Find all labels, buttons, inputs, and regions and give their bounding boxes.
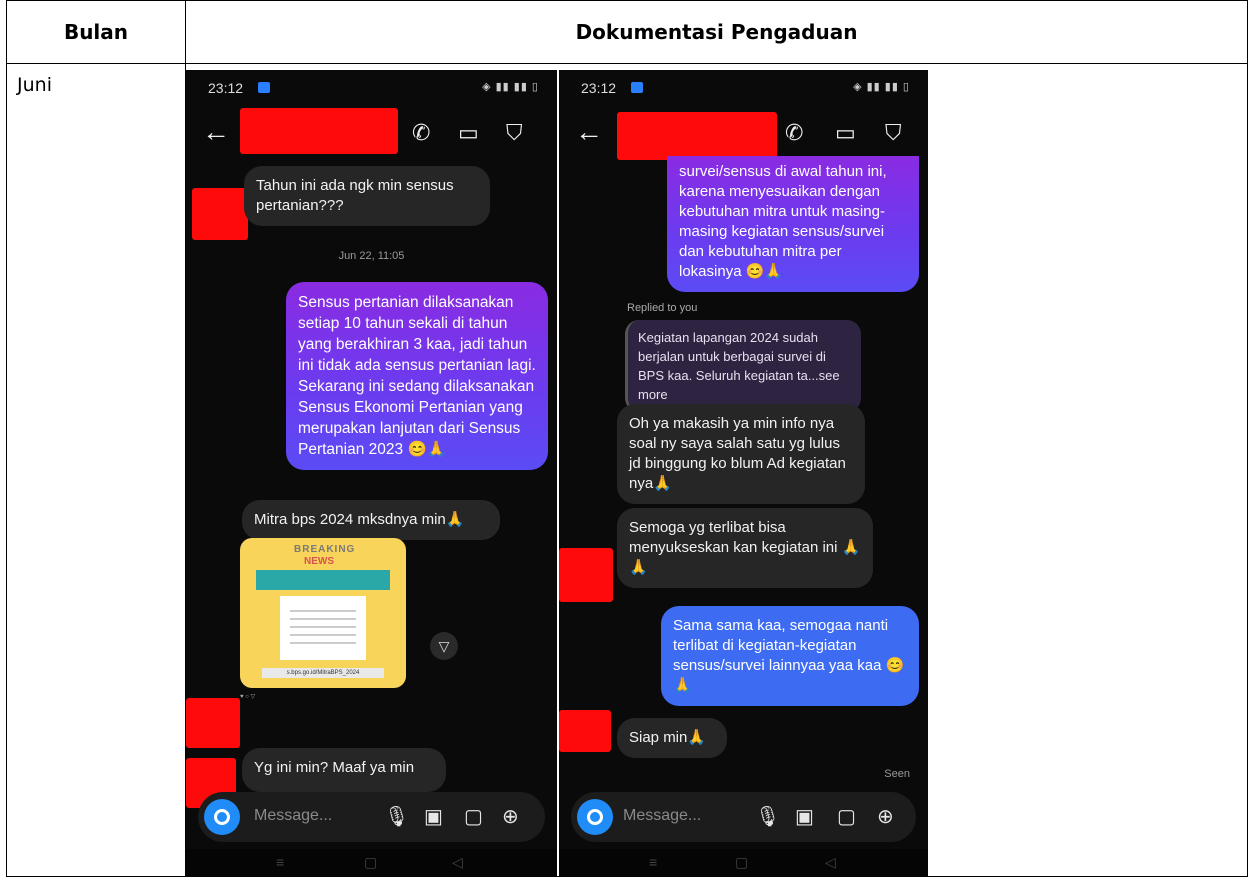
month-cell: Juni: [6, 63, 186, 877]
shared-post-image[interactable]: BREAKING NEWS s.bps.go.id/MitraBPS_2024: [240, 538, 406, 688]
redacted-username: [240, 108, 398, 154]
redacted-username: [617, 112, 777, 160]
microphone-icon[interactable]: 🎙: [755, 804, 780, 829]
message-input[interactable]: Message...: [623, 807, 701, 825]
camera-icon[interactable]: [204, 799, 240, 835]
plus-icon[interactable]: ⊕: [502, 804, 519, 829]
status-bar: 23:12 ◈ ▮▮ ▮▮ ▯: [559, 70, 928, 104]
post-document-image: [280, 596, 366, 660]
sticker-icon[interactable]: ▢: [837, 804, 856, 829]
incoming-message: Tahun ini ada ngk min sensus pertanian??…: [244, 166, 490, 226]
redacted-avatar: [192, 188, 248, 240]
outgoing-message: survei/sensus di awal tahun ini, karena …: [667, 156, 919, 292]
incoming-message: Yg ini min? Maaf ya min: [242, 748, 446, 792]
back-icon[interactable]: ◁: [452, 854, 463, 871]
incoming-message: Mitra bps 2024 mksdnya min🙏: [242, 500, 500, 540]
redacted-avatar: [186, 698, 240, 748]
incoming-message: Siap min🙏: [617, 718, 727, 758]
android-navbar: ≡ ▢ ◁: [186, 849, 557, 877]
post-link: s.bps.go.id/MitraBPS_2024: [262, 668, 384, 678]
message-timestamp: Jun 22, 11:05: [338, 250, 405, 262]
outgoing-message: Sama sama kaa, semogaa nanti terlibat di…: [661, 606, 919, 706]
header-month: Bulan: [6, 0, 186, 64]
gallery-icon: [258, 82, 270, 93]
phone-screenshot-right: 23:12 ◈ ▮▮ ▮▮ ▯ ← ✆ ▭ ⛉ survei/sensus di…: [559, 70, 928, 877]
back-arrow-icon[interactable]: ←: [575, 116, 603, 148]
message-composer: Message... 🎙 ▣ ▢ ⊕: [571, 792, 916, 842]
shield-icon[interactable]: ⛉: [885, 120, 902, 146]
message-input[interactable]: Message...: [254, 807, 332, 825]
seen-indicator: Seen: [884, 768, 910, 780]
chat-header: ← ✆ ▭ ⛉: [186, 104, 557, 164]
menu-icon[interactable]: ≡: [649, 854, 657, 870]
home-icon[interactable]: ▢: [364, 854, 377, 871]
home-icon[interactable]: ▢: [735, 854, 748, 871]
phone-call-icon[interactable]: ✆: [785, 120, 803, 146]
incoming-message: Semoga yg terlibat bisa menyukseskan kan…: [617, 508, 873, 588]
post-banner: [256, 570, 390, 590]
redacted-avatar: [559, 548, 613, 602]
post-news-text: NEWS: [304, 556, 334, 567]
quoted-message: Kegiatan lapangan 2024 sudah berjalan un…: [625, 320, 861, 412]
android-navbar: ≡ ▢ ◁: [559, 849, 928, 877]
status-time: 23:12: [581, 80, 617, 96]
share-icon[interactable]: ▽: [430, 632, 458, 660]
gallery-icon: [631, 82, 643, 93]
menu-icon[interactable]: ≡: [276, 854, 284, 870]
video-call-icon[interactable]: ▭: [458, 120, 479, 146]
sticker-icon[interactable]: ▢: [464, 804, 483, 829]
back-icon[interactable]: ◁: [825, 854, 836, 871]
phone-call-icon[interactable]: ✆: [412, 120, 430, 146]
outgoing-message: Sensus pertanian dilaksanakan setiap 10 …: [286, 282, 548, 470]
microphone-icon[interactable]: 🎙: [384, 804, 409, 829]
message-composer: Message... 🎙 ▣ ▢ ⊕: [198, 792, 545, 842]
header-documentation: Dokumentasi Pengaduan: [185, 0, 1248, 64]
chat-header: ← ✆ ▭ ⛉: [559, 104, 928, 164]
signal-icons: ◈ ▮▮ ▮▮ ▯: [482, 81, 539, 93]
back-arrow-icon[interactable]: ←: [202, 116, 230, 148]
redacted-avatar: [559, 710, 611, 752]
status-bar: 23:12 ◈ ▮▮ ▮▮ ▯: [186, 70, 557, 104]
camera-icon[interactable]: [577, 799, 613, 835]
status-time: 23:12: [208, 80, 244, 96]
gallery-icon[interactable]: ▣: [795, 804, 814, 829]
post-caption: ♥ ○ ▽: [240, 694, 256, 700]
shield-icon[interactable]: ⛉: [506, 120, 523, 146]
video-call-icon[interactable]: ▭: [835, 120, 856, 146]
gallery-icon[interactable]: ▣: [424, 804, 443, 829]
reply-label: Replied to you: [627, 302, 698, 314]
signal-icons: ◈ ▮▮ ▮▮ ▯: [853, 81, 910, 93]
incoming-message: Oh ya makasih ya min info nya soal ny sa…: [617, 404, 865, 504]
post-breaking-text: BREAKING: [294, 544, 356, 555]
plus-icon[interactable]: ⊕: [877, 804, 894, 829]
phone-screenshot-left: 23:12 ◈ ▮▮ ▮▮ ▯ ← ✆ ▭ ⛉ Tahun ini ada ng…: [186, 70, 557, 877]
